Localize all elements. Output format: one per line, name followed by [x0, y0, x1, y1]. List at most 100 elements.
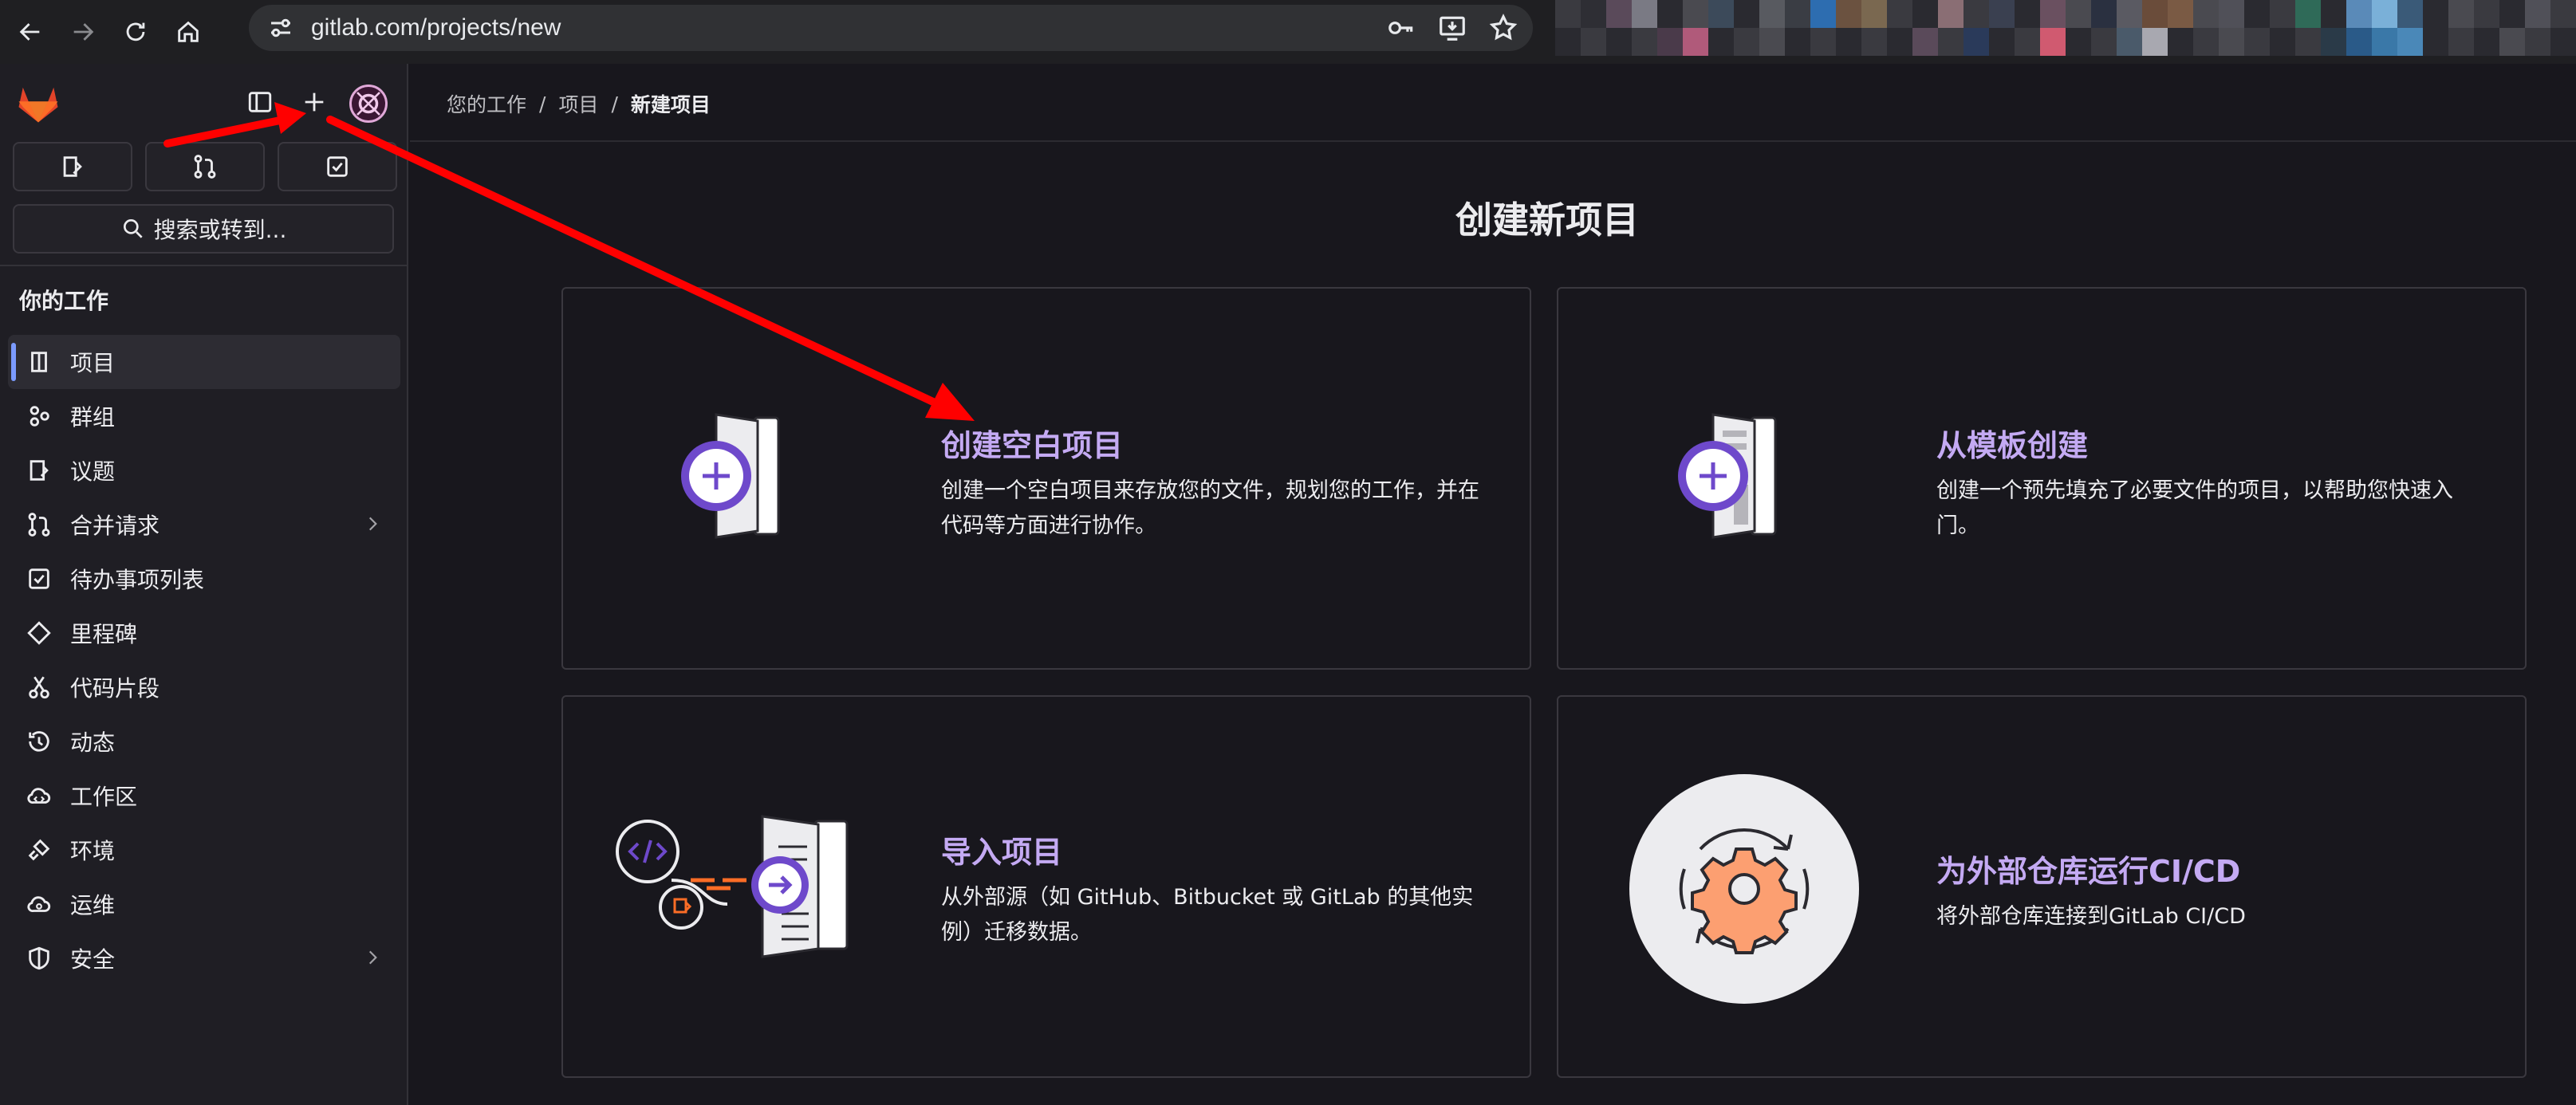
sidebar-item-milestones[interactable]: 里程碑 [8, 606, 400, 660]
arrow-right-icon [73, 23, 94, 41]
breadcrumb-separator: / [539, 92, 546, 116]
issues-icon [30, 460, 49, 481]
create-new-button[interactable] [298, 86, 330, 118]
reload-icon [126, 22, 145, 41]
merge-request-icon [28, 513, 50, 537]
sidebar-counters [13, 142, 397, 191]
project-icon [31, 352, 47, 372]
key-icon[interactable] [1386, 13, 1416, 43]
issues-icon [63, 156, 82, 177]
cicd-illustration-icon [1629, 774, 1859, 1004]
sidebar-item-todo[interactable]: 待办事项列表 [8, 552, 400, 606]
group-icon [30, 406, 49, 427]
forward-button[interactable] [61, 10, 105, 54]
todo-check-icon [327, 156, 348, 177]
sidebar-item-workspaces[interactable]: 工作区 [8, 769, 400, 823]
sidebar-item-label: 项目 [70, 350, 116, 376]
merge-request-icon [194, 155, 216, 179]
page-title: 创建新项目 [1455, 199, 1639, 242]
assigned-issues-button[interactable] [13, 142, 132, 191]
sidebar-item-label: 待办事项列表 [70, 567, 205, 593]
run-cicd-external-repo-card[interactable]: 为外部仓库运行CI/CD 将外部仓库连接到GitLab CI/CD [1557, 695, 2527, 1078]
sidebar-item-security[interactable]: 安全 [8, 931, 400, 985]
breadcrumb-projects[interactable]: 项目 [558, 89, 598, 118]
search-button[interactable]: 搜索或转到... [13, 204, 394, 254]
reload-button[interactable] [113, 10, 158, 54]
sidebar-nav: 项目 群组 议题 合并请求 待办事项列表 里程碑 代码片段 动态 工作区 环境 … [8, 335, 400, 985]
sidebar-item-activity[interactable]: 动态 [8, 714, 400, 769]
sidebar-item-label: 环境 [70, 838, 116, 864]
chevron-right-icon [368, 517, 377, 531]
sidebar-item-projects[interactable]: 项目 [8, 335, 400, 389]
create-from-template-card[interactable]: 从模板创建 创建一个预先填充了必要文件的项目，以帮助您快速入门。 [1557, 287, 2527, 670]
shield-icon [29, 946, 49, 970]
sidebar-item-label: 合并请求 [70, 513, 160, 539]
home-button[interactable] [166, 10, 211, 54]
sidebar: 搜索或转到... 你的工作 项目 群组 议题 合并请求 待办事项列表 里程碑 代… [0, 64, 408, 1105]
arrow-left-icon [19, 23, 40, 41]
breadcrumb-your-work[interactable]: 您的工作 [447, 89, 526, 118]
extensions-area [1555, 0, 2576, 56]
todo-button[interactable] [278, 142, 397, 191]
user-avatar[interactable] [349, 85, 388, 123]
breadcrumb-separator: / [611, 92, 618, 116]
search-icon [123, 219, 143, 238]
gitlab-logo-icon[interactable] [16, 81, 61, 124]
sidebar-item-snippets[interactable]: 代码片段 [8, 660, 400, 714]
url-text[interactable]: gitlab.com/projects/new [311, 14, 561, 41]
address-bar[interactable]: gitlab.com/projects/new [249, 5, 1533, 51]
sidebar-item-groups[interactable]: 群组 [8, 389, 400, 443]
milestone-icon [27, 621, 51, 645]
sidebar-item-merge-requests[interactable]: 合并请求 [8, 497, 400, 552]
sidebar-item-label: 运维 [70, 892, 116, 918]
environment-icon [28, 839, 50, 861]
plus-icon [305, 92, 324, 112]
card-description: 创建一个预先填充了必要文件的项目，以帮助您快速入门。 [1936, 478, 2453, 538]
sidebar-section-title: 你的工作 [19, 288, 109, 314]
breadcrumb-current[interactable]: 新建项目 [631, 89, 711, 118]
home-icon [178, 21, 199, 42]
template-illustration-icon [1678, 413, 1777, 539]
card-title[interactable]: 创建空白项目 [941, 421, 1123, 465]
sidebar-item-label: 议题 [70, 458, 116, 485]
import-illustration-icon [616, 815, 849, 958]
avatar-pattern-icon [356, 92, 380, 116]
card-title[interactable]: 导入项目 [941, 828, 1062, 871]
todo-icon [29, 568, 49, 589]
sidebar-item-label: 安全 [70, 946, 116, 973]
install-app-icon[interactable] [1437, 13, 1467, 43]
blank-project-illustration-icon [681, 413, 780, 539]
sidebar-item-label: 里程碑 [70, 621, 138, 647]
sidebar-item-issues[interactable]: 议题 [8, 443, 400, 497]
operations-icon [27, 896, 51, 912]
sidebar-header [0, 64, 407, 142]
search-label: 搜索或转到... [153, 217, 287, 243]
card-description: 从外部源（如 GitHub、Bitbucket 或 GitLab 的其他实例）迁… [941, 885, 1474, 945]
browser-toolbar: gitlab.com/projects/new [0, 0, 2576, 64]
workspace-icon [27, 788, 51, 804]
card-description: 创建一个空白项目来存放您的文件，规划您的工作，并在代码等方面进行协作。 [941, 478, 1479, 538]
site-settings-icon[interactable] [266, 14, 295, 42]
sidebar-item-operations[interactable]: 运维 [8, 877, 400, 931]
back-button[interactable] [8, 10, 53, 54]
sidebar-item-label: 群组 [70, 404, 116, 431]
snippet-icon [29, 676, 49, 699]
sidebar-divider [0, 265, 407, 266]
card-description: 将外部仓库连接到GitLab CI/CD [1936, 904, 2246, 929]
breadcrumb: 您的工作 / 项目 / 新建项目 [447, 89, 711, 118]
import-project-card[interactable]: 导入项目 从外部源（如 GitHub、Bitbucket 或 GitLab 的其… [561, 695, 1531, 1078]
sidebar-item-environments[interactable]: 环境 [8, 823, 400, 877]
sidebar-item-label: 动态 [70, 729, 116, 756]
bookmark-star-icon[interactable] [1488, 13, 1518, 43]
header-divider [410, 140, 2576, 142]
sidebar-item-label: 代码片段 [70, 675, 160, 702]
activity-icon [29, 731, 49, 752]
create-blank-project-card[interactable]: 创建空白项目 创建一个空白项目来存放您的文件，规划您的工作，并在代码等方面进行协… [561, 287, 1531, 670]
merge-requests-button[interactable] [145, 142, 265, 191]
toggle-sidebar-button[interactable] [244, 86, 276, 118]
card-title[interactable]: 从模板创建 [1936, 421, 2088, 465]
card-title[interactable]: 为外部仓库运行CI/CD [1936, 847, 2240, 891]
chevron-right-icon [368, 950, 377, 965]
sidebar-item-label: 工作区 [70, 784, 138, 810]
sidebar-panel-icon [248, 92, 272, 112]
